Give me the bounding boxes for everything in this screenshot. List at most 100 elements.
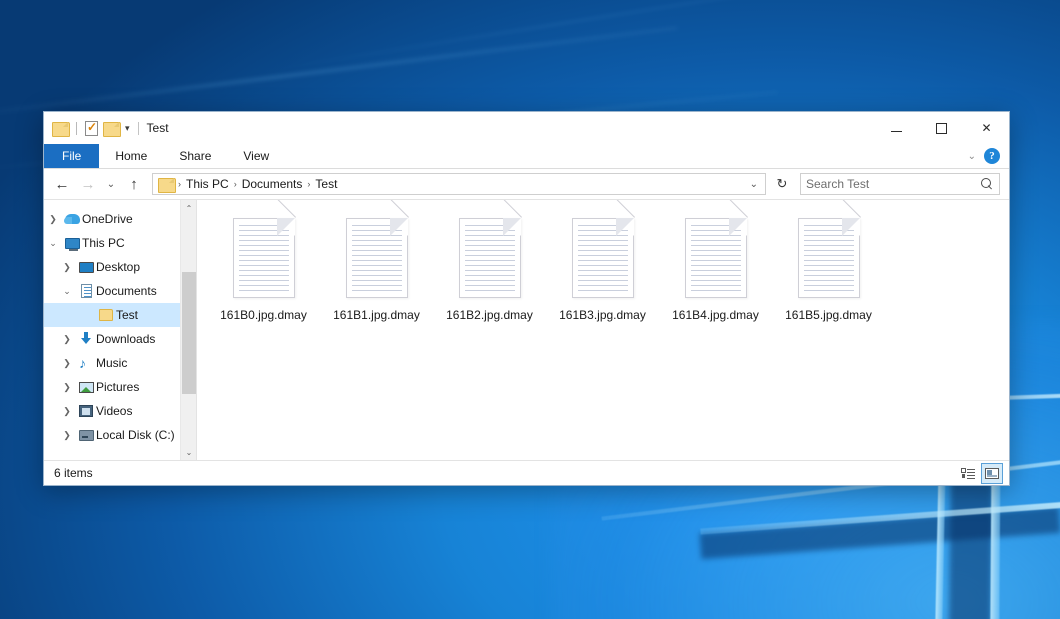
minimize-button[interactable] bbox=[874, 112, 919, 144]
file-name-label: 161B4.jpg.dmay bbox=[670, 307, 761, 324]
sidebar-item-this-pc[interactable]: ⌄ This PC bbox=[44, 231, 196, 255]
maximize-icon bbox=[936, 123, 947, 134]
sidebar-item-label: OneDrive bbox=[82, 212, 133, 226]
file-name-label: 161B1.jpg.dmay bbox=[331, 307, 422, 324]
up-button[interactable]: ↑ bbox=[122, 172, 146, 196]
sidebar-item-onedrive[interactable]: ❯ OneDrive bbox=[44, 207, 196, 231]
sidebar-scrollbar[interactable]: ⌃ ⌄ bbox=[180, 200, 196, 460]
chevron-right-icon[interactable]: ❯ bbox=[58, 382, 76, 393]
details-view-icon bbox=[961, 468, 975, 479]
large-icons-view-icon bbox=[985, 468, 999, 479]
new-folder-icon[interactable] bbox=[103, 122, 119, 135]
window-controls: ✕ bbox=[874, 112, 1009, 144]
tab-share[interactable]: Share bbox=[163, 144, 227, 168]
breadcrumb-item-test[interactable]: Test bbox=[311, 177, 341, 191]
wallpaper-streak bbox=[0, 27, 677, 119]
sidebar-item-downloads[interactable]: ❯ Downloads bbox=[44, 327, 196, 351]
chevron-right-icon[interactable]: ❯ bbox=[58, 430, 76, 441]
breadcrumb[interactable]: › This PC › Documents › Test ⌄ bbox=[152, 173, 766, 195]
videos-icon bbox=[76, 405, 96, 417]
file-explorer-window: ▾ Test ✕ File Home Share View ⌄ ? ← → ⌄ … bbox=[43, 111, 1010, 486]
window-body: ❯ OneDrive ⌄ This PC ❯ Desktop ⌄ bbox=[44, 199, 1009, 460]
chevron-down-icon[interactable]: ⌄ bbox=[745, 179, 763, 190]
sidebar-item-label: Downloads bbox=[96, 332, 155, 346]
file-name-label: 161B0.jpg.dmay bbox=[218, 307, 309, 324]
chevron-down-icon[interactable]: ⌄ bbox=[968, 151, 976, 162]
search-input[interactable] bbox=[806, 177, 981, 191]
downloads-icon bbox=[76, 332, 96, 346]
chevron-right-icon[interactable]: ❯ bbox=[58, 262, 76, 273]
sidebar-item-desktop[interactable]: ❯ Desktop bbox=[44, 255, 196, 279]
sidebar-item-label: Documents bbox=[96, 284, 157, 298]
recent-locations-button[interactable]: ⌄ bbox=[102, 172, 120, 196]
list-item[interactable]: 161B3.jpg.dmay bbox=[546, 214, 659, 324]
ribbon-right-controls: ⌄ ? bbox=[968, 144, 1009, 168]
file-grid: 161B0.jpg.dmay 161B1.jpg.dmay 161B2.jpg.… bbox=[207, 214, 1009, 324]
generic-document-icon bbox=[459, 218, 521, 298]
chevron-right-icon[interactable]: ❯ bbox=[44, 214, 62, 225]
breadcrumb-item-this-pc[interactable]: This PC bbox=[182, 177, 233, 191]
breadcrumb-item-documents[interactable]: Documents bbox=[238, 177, 307, 191]
tab-home[interactable]: Home bbox=[99, 144, 163, 168]
computer-icon bbox=[62, 238, 82, 249]
tab-file[interactable]: File bbox=[44, 144, 99, 168]
refresh-button[interactable]: ↻ bbox=[771, 173, 793, 195]
folder-icon[interactable] bbox=[52, 122, 68, 135]
maximize-button[interactable] bbox=[919, 112, 964, 144]
properties-check-icon[interactable] bbox=[85, 121, 98, 136]
chevron-down-icon[interactable]: ⌄ bbox=[44, 238, 62, 249]
sidebar-item-pictures[interactable]: ❯ Pictures bbox=[44, 375, 196, 399]
folder-icon bbox=[96, 309, 116, 321]
file-list-pane[interactable]: 161B0.jpg.dmay 161B1.jpg.dmay 161B2.jpg.… bbox=[196, 200, 1009, 460]
sidebar-item-label: Videos bbox=[96, 404, 132, 418]
divider bbox=[138, 122, 139, 135]
generic-document-icon bbox=[233, 218, 295, 298]
details-view-button[interactable] bbox=[957, 463, 979, 484]
chevron-down-icon[interactable]: ⌄ bbox=[58, 286, 76, 297]
file-name-label: 161B2.jpg.dmay bbox=[444, 307, 535, 324]
sidebar-item-label: Local Disk (C:) bbox=[96, 428, 175, 442]
sidebar-item-documents[interactable]: ⌄ Documents bbox=[44, 279, 196, 303]
chevron-right-icon[interactable]: ❯ bbox=[58, 334, 76, 345]
scrollbar-thumb[interactable] bbox=[182, 272, 196, 394]
music-icon: ♪ bbox=[76, 356, 96, 370]
folder-tree: ❯ OneDrive ⌄ This PC ❯ Desktop ⌄ bbox=[44, 200, 196, 447]
tab-view[interactable]: View bbox=[227, 144, 285, 168]
address-bar: ← → ⌄ ↑ › This PC › Documents › Test ⌄ ↻ bbox=[44, 169, 1009, 199]
pictures-icon bbox=[76, 382, 96, 393]
item-count-label: 6 items bbox=[54, 466, 93, 480]
large-icons-view-button[interactable] bbox=[981, 463, 1003, 484]
search-icon[interactable] bbox=[981, 178, 994, 191]
back-button[interactable]: ← bbox=[50, 172, 74, 196]
list-item[interactable]: 161B5.jpg.dmay bbox=[772, 214, 885, 324]
list-item[interactable]: 161B1.jpg.dmay bbox=[320, 214, 433, 324]
navigation-pane: ❯ OneDrive ⌄ This PC ❯ Desktop ⌄ bbox=[44, 200, 196, 460]
sidebar-item-label: This PC bbox=[82, 236, 125, 250]
scroll-down-button[interactable]: ⌄ bbox=[181, 444, 196, 460]
minimize-icon bbox=[891, 131, 902, 132]
help-icon[interactable]: ? bbox=[984, 148, 1000, 164]
list-item[interactable]: 161B0.jpg.dmay bbox=[207, 214, 320, 324]
chevron-down-icon[interactable]: ▾ bbox=[125, 123, 130, 134]
sidebar-item-test[interactable]: ❯ Test bbox=[44, 303, 196, 327]
file-name-label: 161B5.jpg.dmay bbox=[783, 307, 874, 324]
chevron-right-icon[interactable]: ❯ bbox=[58, 358, 76, 369]
chevron-right-icon[interactable]: ❯ bbox=[58, 406, 76, 417]
sidebar-item-local-disk[interactable]: ❯ Local Disk (C:) bbox=[44, 423, 196, 447]
close-icon: ✕ bbox=[981, 121, 991, 135]
quick-access-toolbar: ▾ bbox=[52, 121, 130, 136]
generic-document-icon bbox=[798, 218, 860, 298]
folder-icon bbox=[158, 178, 174, 191]
sidebar-item-music[interactable]: ❯ ♪ Music bbox=[44, 351, 196, 375]
search-box[interactable] bbox=[800, 173, 1000, 195]
list-item[interactable]: 161B4.jpg.dmay bbox=[659, 214, 772, 324]
close-button[interactable]: ✕ bbox=[964, 112, 1009, 144]
sidebar-item-videos[interactable]: ❯ Videos bbox=[44, 399, 196, 423]
status-bar: 6 items bbox=[44, 460, 1009, 485]
onedrive-icon bbox=[62, 214, 82, 224]
window-title: Test bbox=[147, 121, 169, 135]
forward-button: → bbox=[76, 172, 100, 196]
disk-icon bbox=[76, 430, 96, 441]
list-item[interactable]: 161B2.jpg.dmay bbox=[433, 214, 546, 324]
scroll-up-button[interactable]: ⌃ bbox=[181, 200, 196, 216]
